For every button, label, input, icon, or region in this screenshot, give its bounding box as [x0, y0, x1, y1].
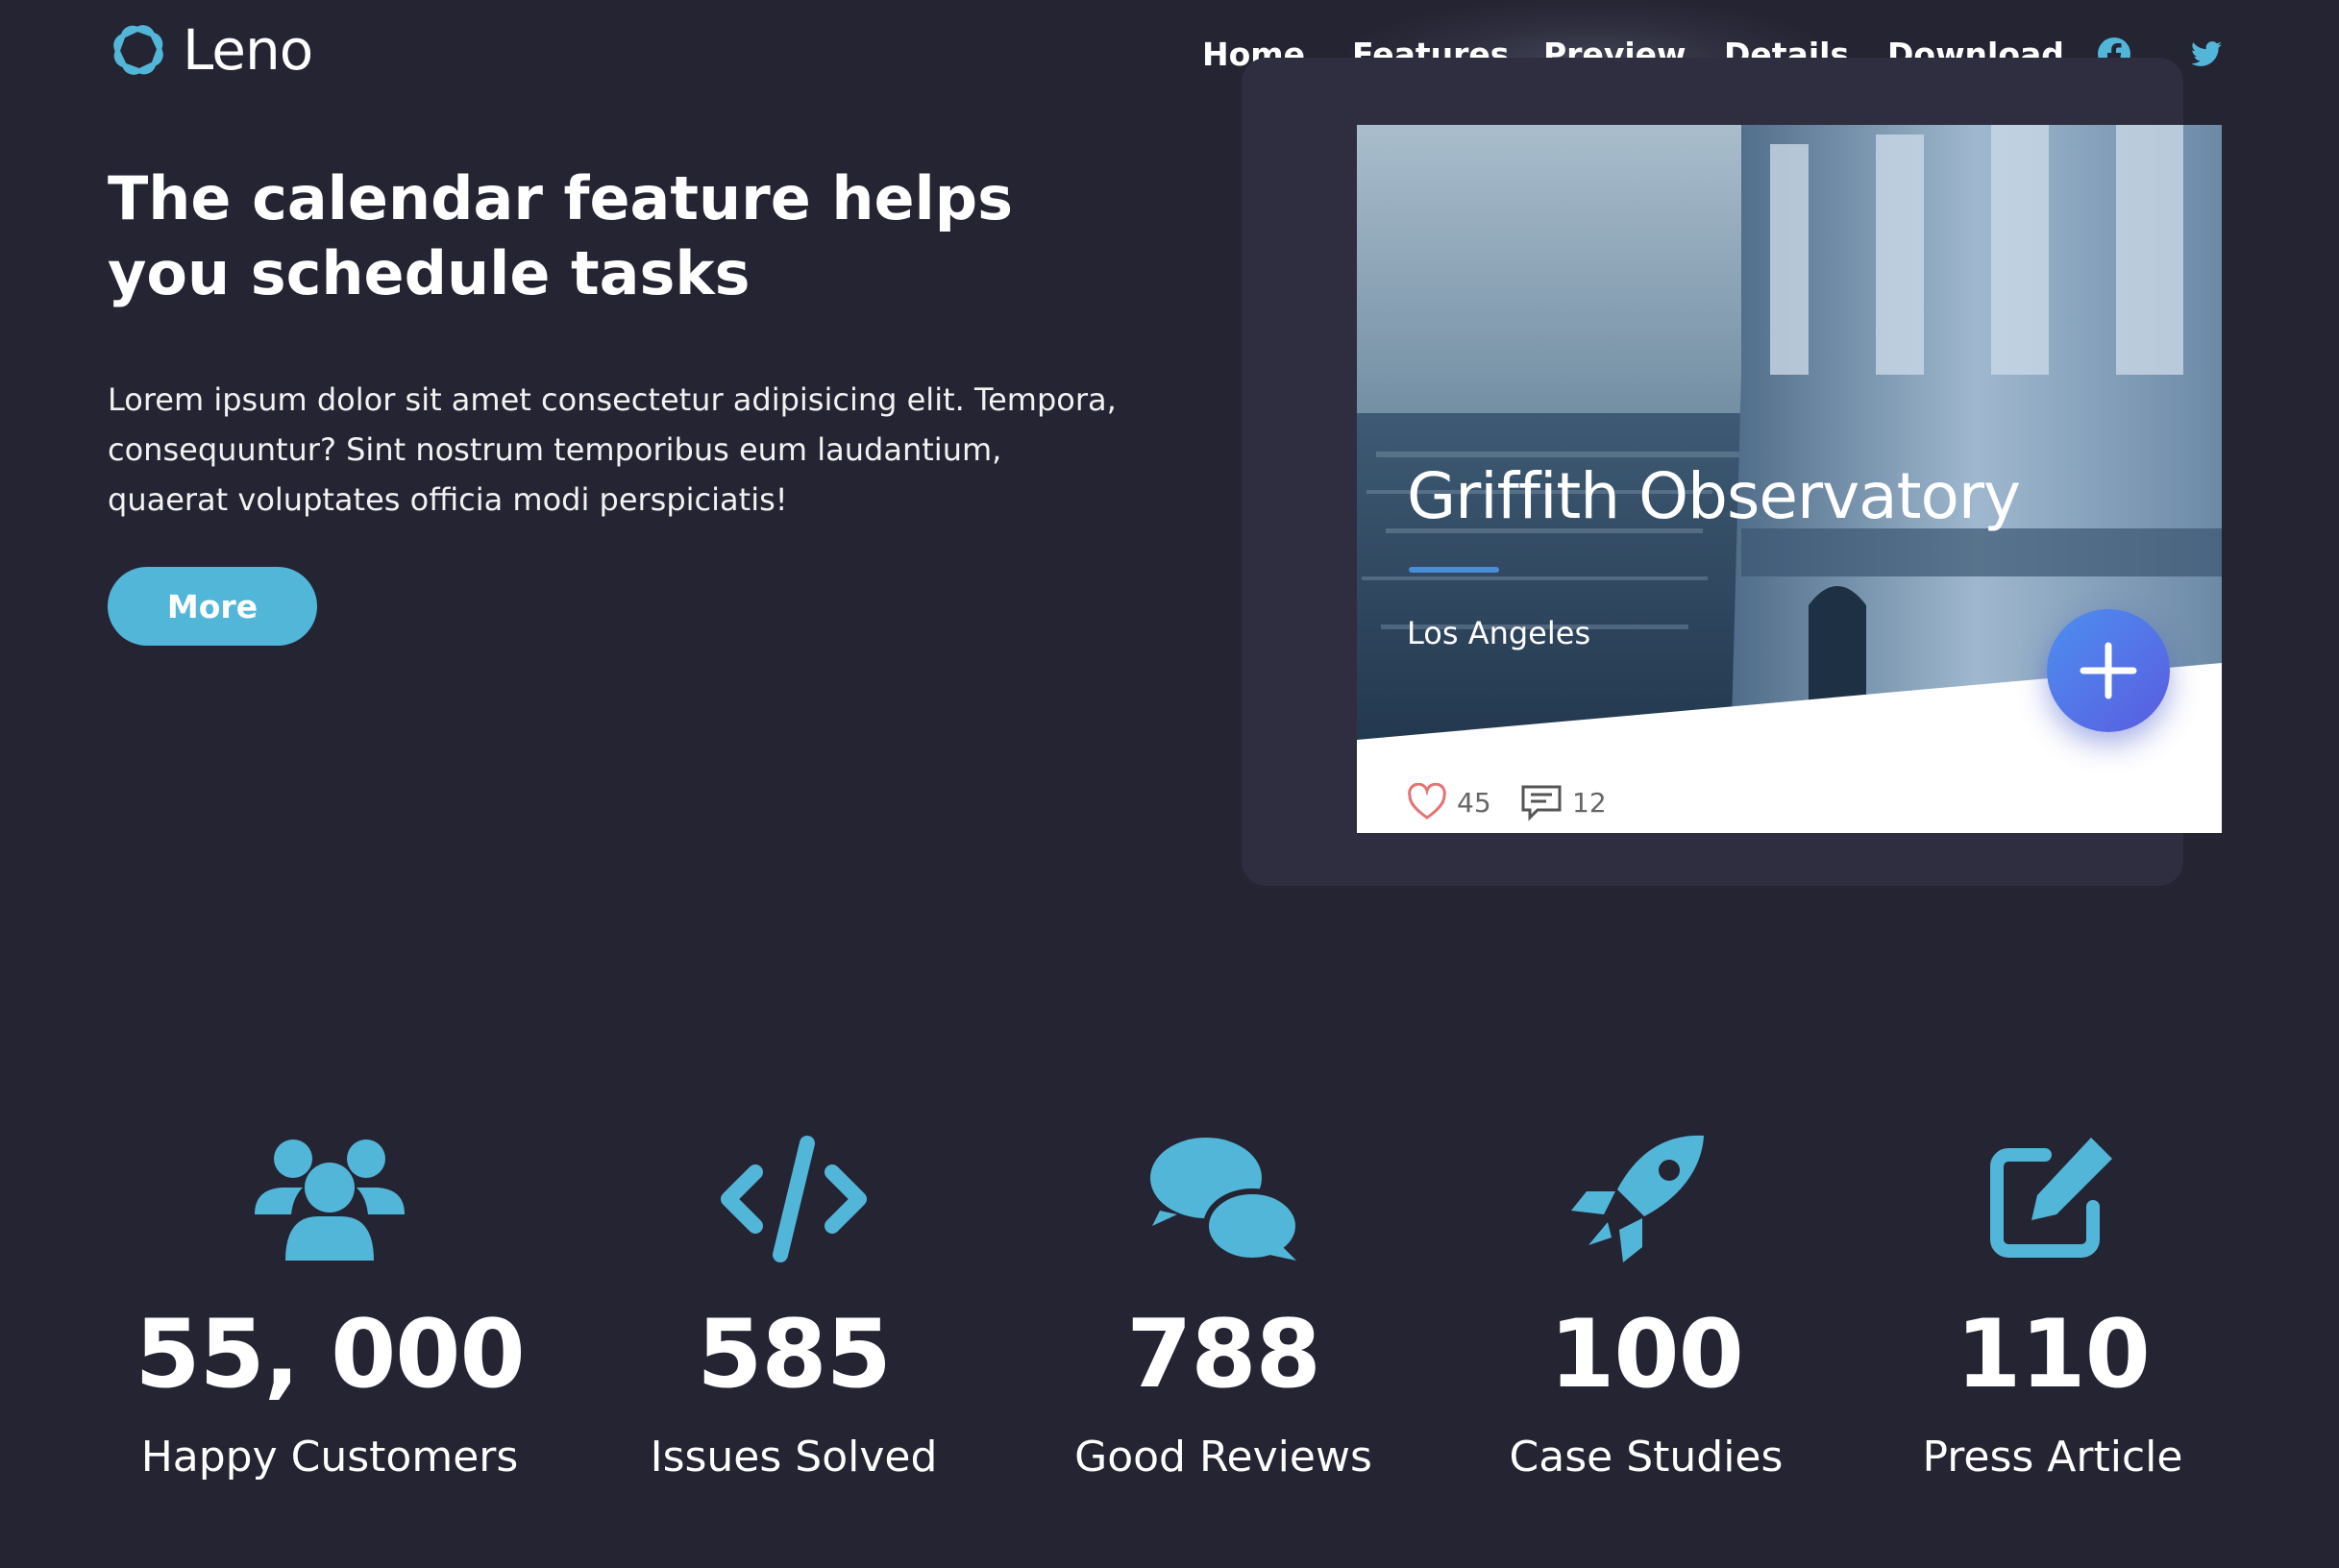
hero-title: The calendar feature helps you schedule … — [108, 163, 1014, 308]
stat-value: 100 — [1549, 1300, 1744, 1409]
stat-happy-customers: 55, 000 Happy Customers — [128, 1134, 531, 1484]
stat-value: 110 — [1956, 1300, 2151, 1409]
plus-icon — [2080, 642, 2137, 699]
card-title: Griffith Observatory — [1407, 459, 2021, 533]
comments-icon — [1150, 1138, 1300, 1263]
stat-good-reviews: 788 Good Reviews — [1022, 1134, 1425, 1484]
stat-value: 55, 000 — [135, 1300, 525, 1409]
stat-label: Press Article — [1922, 1433, 2183, 1482]
comments-count: 12 — [1572, 786, 1607, 819]
heart-icon — [1408, 783, 1446, 820]
stat-label: Issues Solved — [650, 1433, 938, 1482]
stat-value: 788 — [1126, 1300, 1321, 1409]
likes-count: 45 — [1457, 786, 1491, 819]
twitter-icon[interactable] — [2189, 37, 2224, 71]
stat-label: Good Reviews — [1074, 1433, 1372, 1482]
rocket-icon — [1571, 1135, 1704, 1262]
hero-description: Lorem ipsum dolor sit amet consectetur a… — [108, 381, 1117, 518]
users-icon — [255, 1139, 405, 1261]
comment-icon — [1521, 785, 1562, 821]
stat-label: Case Studies — [1509, 1433, 1784, 1482]
stat-issues-solved: 585 Issues Solved — [592, 1134, 996, 1484]
stat-value: 585 — [697, 1300, 892, 1409]
stat-press-article: 110 Press Article — [1851, 1134, 2254, 1484]
stat-case-studies: 100 Case Studies — [1444, 1134, 1848, 1484]
edit-icon — [1990, 1138, 2112, 1258]
add-button[interactable] — [2047, 609, 2170, 732]
comments-stat[interactable]: 12 — [1520, 778, 1607, 826]
more-button[interactable]: More — [108, 567, 317, 646]
card-subtitle: Los Angeles — [1407, 615, 1591, 651]
stat-label: Happy Customers — [140, 1433, 519, 1482]
code-icon — [721, 1136, 867, 1262]
card-title-underline — [1409, 567, 1499, 573]
likes-stat[interactable]: 45 — [1407, 778, 1491, 826]
